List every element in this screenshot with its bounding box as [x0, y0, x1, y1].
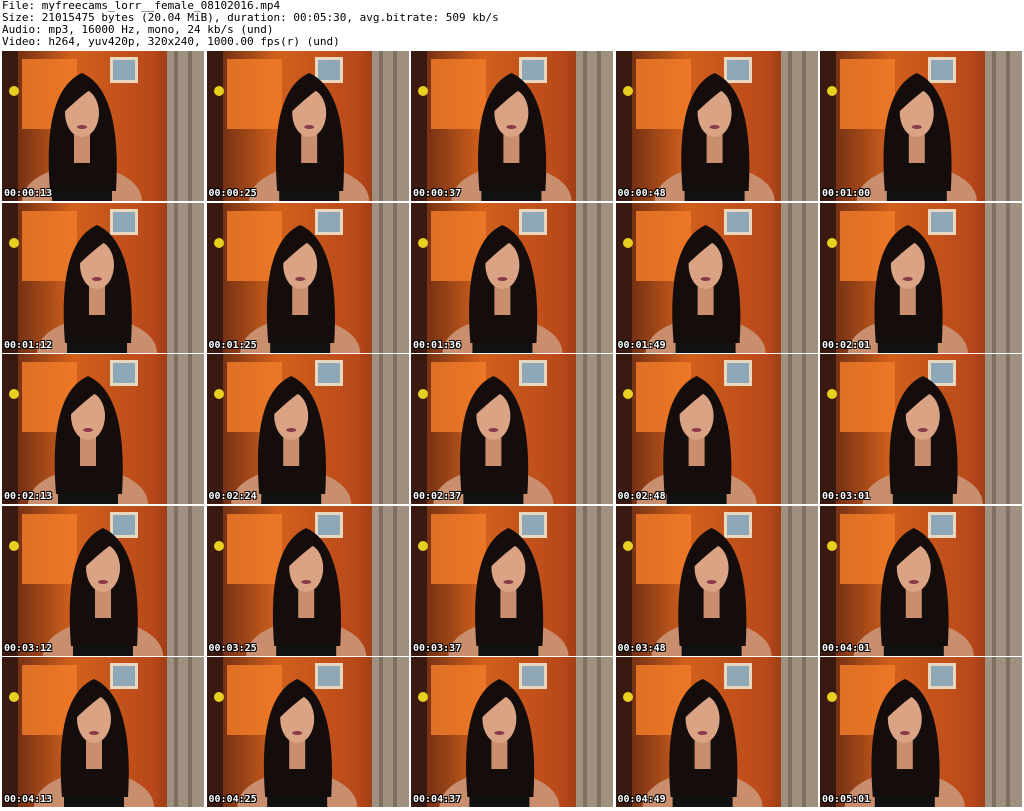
video-thumbnail: 00:01:36: [411, 202, 613, 353]
video-frame-image: [615, 505, 818, 656]
frame-timestamp: 00:05:01: [822, 794, 871, 805]
video-frame-image: [820, 202, 1022, 353]
frame-timestamp: 00:03:48: [617, 642, 666, 654]
frame-timestamp: 00:01:25: [208, 339, 257, 351]
video-thumbnail: 00:01:12: [2, 202, 204, 353]
video-frame-image: [820, 657, 1022, 807]
frame-timestamp: 00:03:01: [822, 491, 871, 502]
audio-info-line: Audio: mp3, 16000 Hz, mono, 24 kb/s (und…: [2, 24, 274, 36]
file-size-line: Size: 21015475 bytes (20.04 MiB), durati…: [2, 12, 499, 24]
thumbnail-grid: 00:00:13 00:00:25 00:00:37 00:00:48 00:01:00…: [2, 51, 1022, 811]
frame-timestamp: 00:02:01: [822, 339, 871, 351]
video-thumbnail: 00:03:48: [615, 505, 818, 656]
video-thumbnail: 00:02:13: [2, 354, 204, 504]
video-frame-image: [411, 354, 613, 504]
video-thumbnail: 00:01:00: [820, 51, 1022, 201]
video-frame-image: [206, 51, 409, 201]
video-frame-image: [820, 51, 1022, 201]
video-frame-image: [411, 202, 613, 353]
video-thumbnail: 00:01:25: [206, 202, 409, 353]
video-thumbnail: 00:05:01: [820, 657, 1022, 807]
frame-timestamp: 00:00:25: [208, 188, 257, 199]
video-thumbnail: 00:00:25: [206, 51, 409, 201]
video-frame-image: [206, 354, 409, 504]
file-info-header: File: myfreecams_lorr__female_08102016.m…: [2, 0, 1020, 50]
video-thumbnail: 00:02:48: [615, 354, 818, 504]
video-thumbnail: 00:04:13: [2, 657, 204, 807]
video-thumbnail: 00:04:49: [615, 657, 818, 807]
video-frame-image: [206, 202, 409, 353]
video-frame-image: [206, 657, 409, 807]
video-thumbnail: 00:03:12: [2, 505, 204, 656]
video-frame-image: [2, 657, 204, 807]
video-thumbnail: 00:02:37: [411, 354, 613, 504]
video-thumbnail: 00:04:37: [411, 657, 613, 807]
frame-timestamp: 00:04:37: [413, 794, 462, 805]
video-thumbnail: 00:02:01: [820, 202, 1022, 353]
frame-timestamp: 00:03:25: [208, 642, 257, 654]
video-thumbnail: 00:04:01: [820, 505, 1022, 656]
video-thumbnail: 00:00:37: [411, 51, 613, 201]
frame-timestamp: 00:04:49: [617, 794, 666, 805]
video-thumbnail: 00:03:25: [206, 505, 409, 656]
video-frame-image: [2, 51, 204, 201]
frame-timestamp: 00:00:37: [413, 188, 462, 199]
video-thumbnail: 00:00:48: [615, 51, 818, 201]
frame-timestamp: 00:03:12: [4, 642, 53, 654]
video-frame-image: [820, 354, 1022, 504]
video-frame-image: [820, 505, 1022, 656]
frame-timestamp: 00:03:37: [413, 642, 462, 654]
frame-timestamp: 00:01:36: [413, 339, 462, 351]
frame-timestamp: 00:04:13: [4, 794, 53, 805]
video-frame-image: [411, 51, 613, 201]
video-frame-image: [411, 657, 613, 807]
video-frame-image: [615, 354, 818, 504]
frame-timestamp: 00:01:00: [822, 188, 871, 199]
frame-timestamp: 00:01:12: [4, 339, 53, 351]
file-name-line: File: myfreecams_lorr__female_08102016.m…: [2, 0, 281, 12]
frame-timestamp: 00:02:37: [413, 491, 462, 502]
frame-timestamp: 00:01:49: [617, 339, 666, 351]
frame-timestamp: 00:04:25: [208, 794, 257, 805]
video-thumbnail: 00:03:01: [820, 354, 1022, 504]
frame-timestamp: 00:04:01: [822, 642, 871, 654]
video-frame-image: [615, 657, 818, 807]
video-frame-image: [2, 354, 204, 504]
video-thumbnail: 00:02:24: [206, 354, 409, 504]
video-info-line: Video: h264, yuv420p, 320x240, 1000.00 f…: [2, 36, 340, 48]
video-frame-image: [411, 505, 613, 656]
frame-timestamp: 00:02:13: [4, 491, 53, 502]
video-thumbnail: 00:00:13: [2, 51, 204, 201]
frame-timestamp: 00:00:48: [617, 188, 666, 199]
video-frame-image: [2, 202, 204, 353]
video-frame-image: [2, 505, 204, 656]
video-thumbnail: 00:04:25: [206, 657, 409, 807]
video-thumbnail: 00:03:37: [411, 505, 613, 656]
video-frame-image: [206, 505, 409, 656]
frame-timestamp: 00:00:13: [4, 188, 53, 199]
video-frame-image: [615, 202, 818, 353]
frame-timestamp: 00:02:48: [617, 491, 666, 502]
video-thumbnail: 00:01:49: [615, 202, 818, 353]
video-frame-image: [615, 51, 818, 201]
frame-timestamp: 00:02:24: [208, 491, 257, 502]
